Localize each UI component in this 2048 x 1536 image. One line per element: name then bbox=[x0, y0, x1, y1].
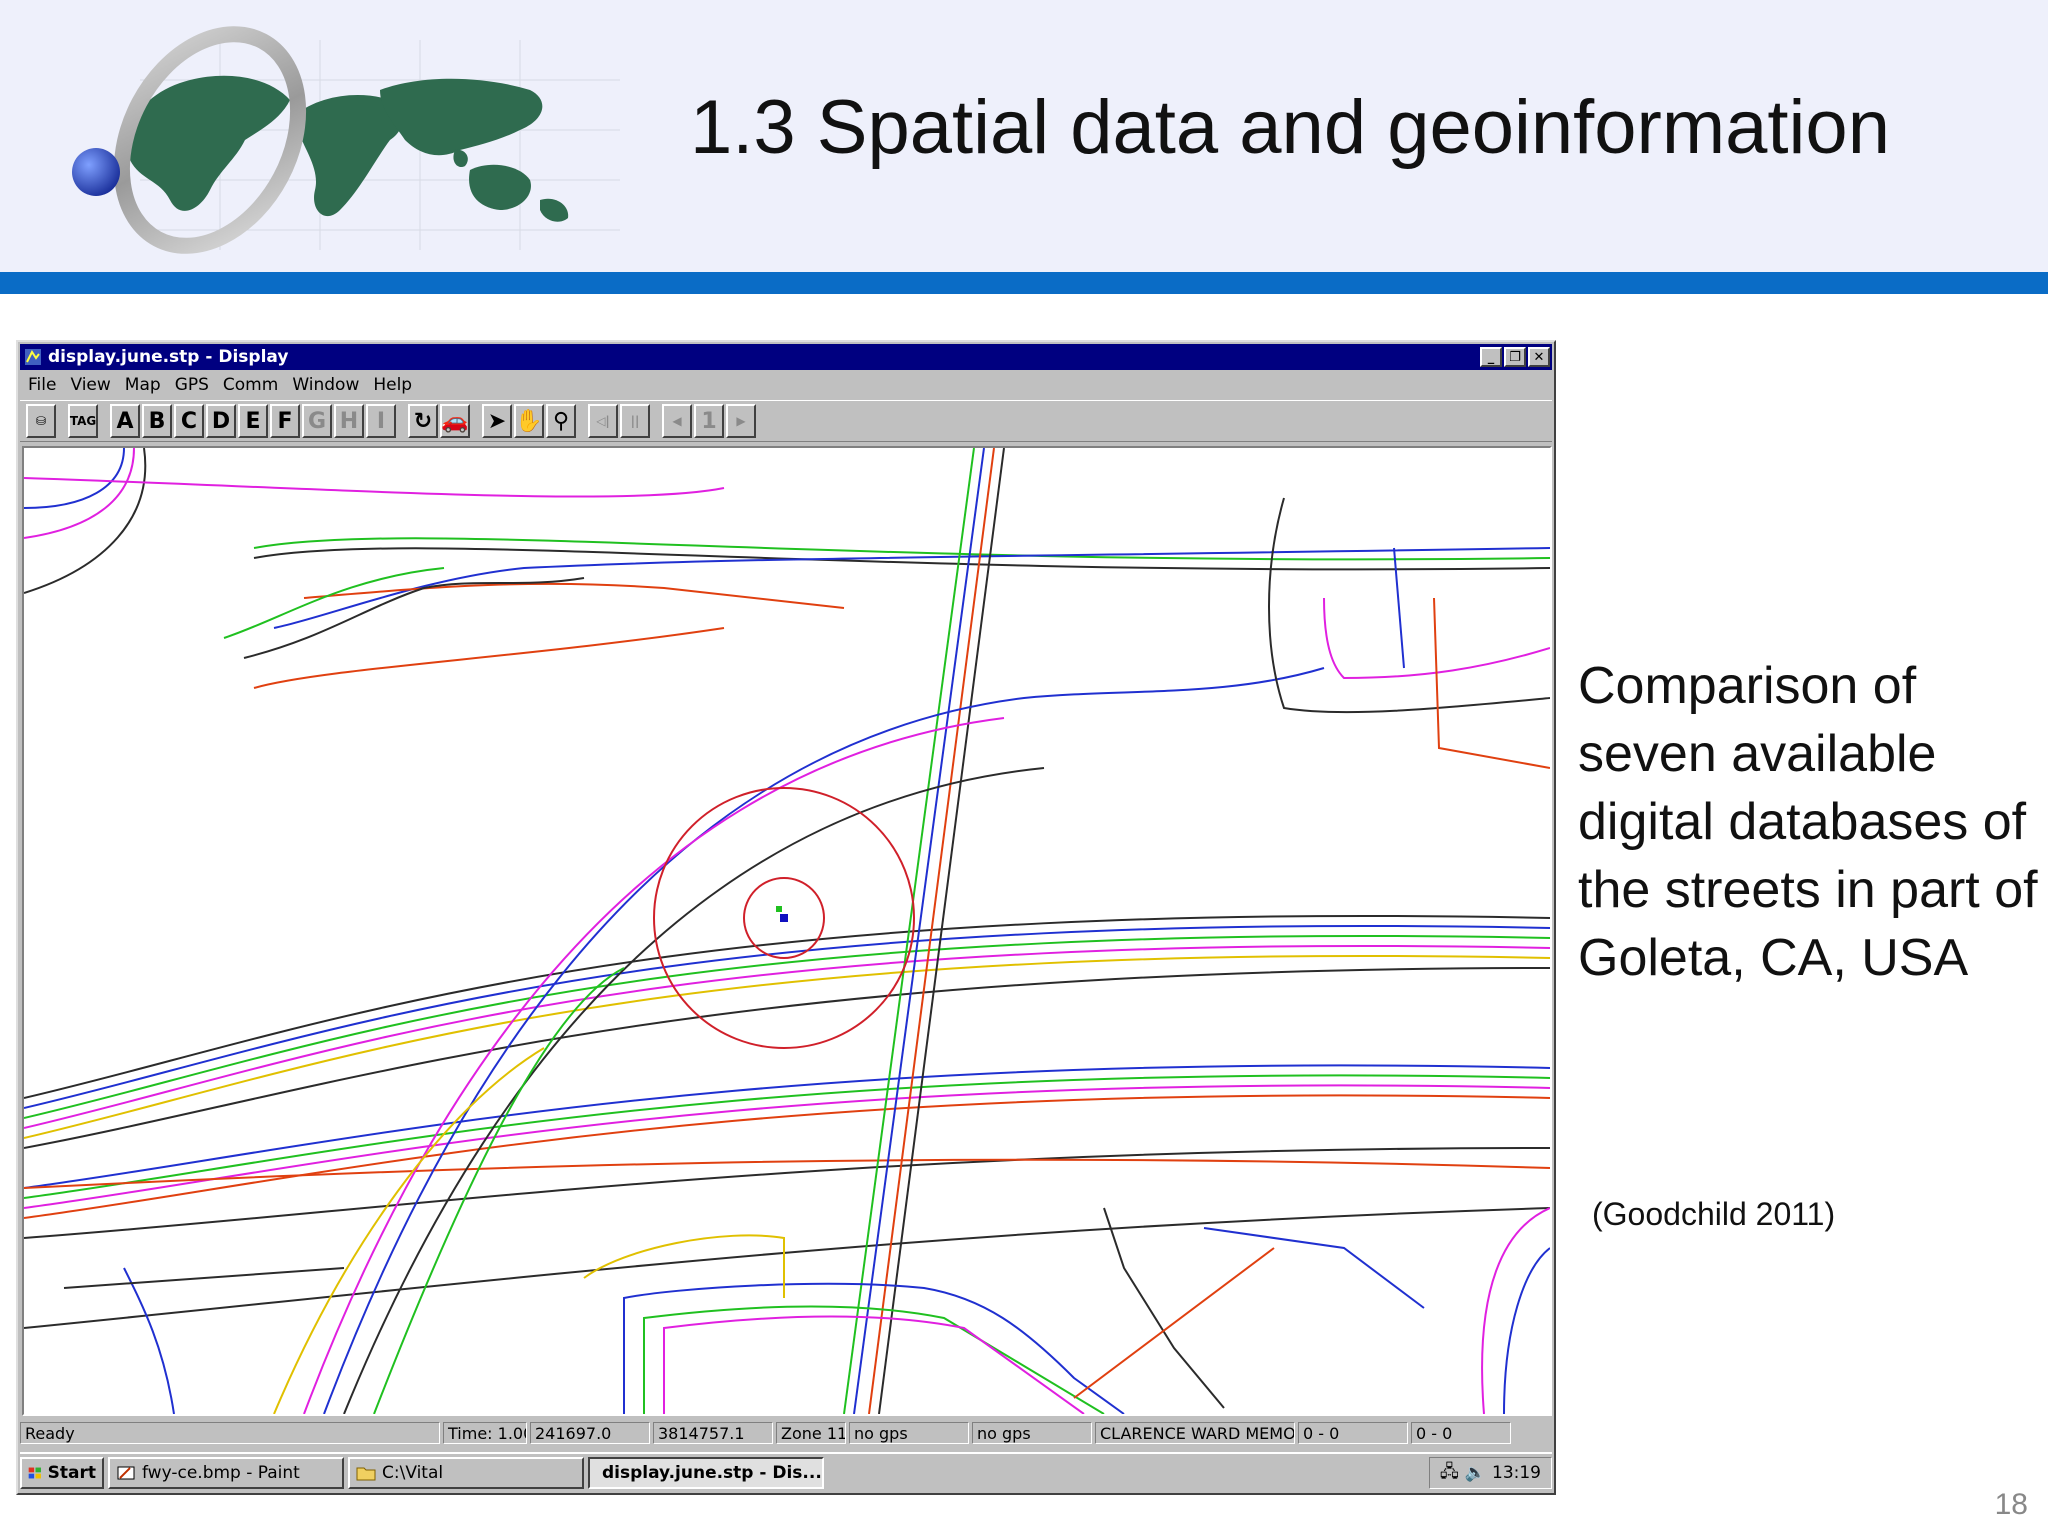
next-icon[interactable]: ▶ bbox=[726, 404, 756, 438]
layer-f-button[interactable]: F bbox=[270, 404, 300, 438]
task-paint[interactable]: fwy-ce.bmp - Paint bbox=[108, 1457, 344, 1489]
start-button[interactable]: Start bbox=[20, 1457, 104, 1489]
toolbar: ⛁ TAG A B C D E F G H I ↻ 🚗 ➤ ✋ ⚲ ◁| || … bbox=[20, 400, 1552, 442]
close-button[interactable]: ✕ bbox=[1528, 347, 1550, 367]
menu-map[interactable]: Map bbox=[125, 375, 161, 395]
restore-button[interactable]: ❐ bbox=[1504, 347, 1526, 367]
street-map-canvas[interactable] bbox=[22, 446, 1552, 1416]
status-easting: 241697.0 bbox=[530, 1422, 650, 1444]
slide-caption: Comparison of seven available digital da… bbox=[1578, 657, 2038, 987]
taskbar: Start fwy-ce.bmp - Paint C:\Vital displa… bbox=[20, 1452, 1552, 1492]
hand-icon[interactable]: ✋ bbox=[514, 404, 544, 438]
pause-icon[interactable]: || bbox=[620, 404, 650, 438]
menu-help[interactable]: Help bbox=[373, 375, 412, 395]
clock: 13:19 bbox=[1492, 1463, 1541, 1483]
menu-comm[interactable]: Comm bbox=[223, 375, 278, 395]
layer-a-button[interactable]: A bbox=[110, 404, 140, 438]
status-range-1: 0 - 0 bbox=[1298, 1422, 1408, 1444]
menu-file[interactable]: File bbox=[28, 375, 56, 395]
windows-logo-icon bbox=[28, 1467, 41, 1479]
app-icon bbox=[25, 349, 41, 365]
reload-icon[interactable]: ↻ bbox=[408, 404, 438, 438]
play-icon[interactable]: ◁| bbox=[588, 404, 618, 438]
menu-view[interactable]: View bbox=[70, 375, 110, 395]
slide-title: 1.3 Spatial data and geoinformation bbox=[690, 85, 1890, 170]
tag-icon[interactable]: TAG bbox=[68, 404, 98, 438]
status-time: Time: 1.00 bbox=[443, 1422, 527, 1444]
slide-header: 1.3 Spatial data and geoinformation bbox=[0, 0, 2048, 272]
start-label: Start bbox=[47, 1463, 96, 1483]
window-title: display.june.stp - Display bbox=[48, 347, 289, 367]
layer-e-button[interactable]: E bbox=[238, 404, 268, 438]
task-paint-label: fwy-ce.bmp - Paint bbox=[142, 1463, 300, 1483]
zoom-icon[interactable]: ⚲ bbox=[546, 404, 576, 438]
menubar: File View Map GPS Comm Window Help bbox=[20, 372, 1552, 398]
page-indicator: 1 bbox=[694, 404, 724, 438]
menu-gps[interactable]: GPS bbox=[175, 375, 209, 395]
page-number: 18 bbox=[1994, 1488, 2028, 1521]
menu-window[interactable]: Window bbox=[292, 375, 359, 395]
status-range-2: 0 - 0 bbox=[1411, 1422, 1511, 1444]
paint-icon bbox=[117, 1466, 135, 1480]
system-tray: 🖧 🔈 13:19 bbox=[1428, 1457, 1552, 1489]
slide-citation: (Goodchild 2011) bbox=[1592, 1196, 1836, 1232]
statusbar: Ready Time: 1.00 241697.0 3814757.1 Zone… bbox=[20, 1420, 1552, 1446]
display-app-window[interactable]: display.june.stp - Display _ ❐ ✕ File Vi… bbox=[16, 340, 1556, 1495]
pointer-icon[interactable]: ➤ bbox=[482, 404, 512, 438]
window-titlebar[interactable]: display.june.stp - Display _ ❐ ✕ bbox=[20, 344, 1552, 370]
task-display-label: display.june.stp - Dis... bbox=[602, 1463, 822, 1483]
car-icon[interactable]: 🚗 bbox=[440, 404, 470, 438]
network-icon[interactable]: 🖧 bbox=[1440, 1459, 1459, 1488]
status-zone: Zone 11 bbox=[776, 1422, 846, 1444]
minimize-button[interactable]: _ bbox=[1480, 347, 1502, 367]
folder-icon bbox=[356, 1467, 376, 1481]
layer-c-button[interactable]: C bbox=[174, 404, 204, 438]
volume-icon[interactable]: 🔈 bbox=[1465, 1463, 1486, 1483]
header-divider bbox=[0, 272, 2048, 294]
layer-g-button[interactable]: G bbox=[302, 404, 332, 438]
prev-icon[interactable]: ◀ bbox=[662, 404, 692, 438]
db-icon[interactable]: ⛁ bbox=[26, 404, 56, 438]
task-folder[interactable]: C:\Vital bbox=[348, 1457, 584, 1489]
street-network-overlay bbox=[24, 448, 1550, 1414]
layer-h-button[interactable]: H bbox=[334, 404, 364, 438]
task-display[interactable]: display.june.stp - Dis... bbox=[588, 1457, 824, 1489]
status-northing: 3814757.1 bbox=[653, 1422, 773, 1444]
status-gps-1: no gps bbox=[849, 1422, 969, 1444]
status-gps-2: no gps bbox=[972, 1422, 1092, 1444]
layer-d-button[interactable]: D bbox=[206, 404, 236, 438]
status-street: CLARENCE WARD MEMO bbox=[1095, 1422, 1295, 1444]
task-folder-label: C:\Vital bbox=[382, 1463, 444, 1483]
status-ready: Ready bbox=[20, 1422, 440, 1444]
slide: 1.3 Spatial data and geoinformation disp… bbox=[0, 0, 2048, 1536]
layer-i-button[interactable]: I bbox=[366, 404, 396, 438]
layer-b-button[interactable]: B bbox=[142, 404, 172, 438]
globe-logo bbox=[72, 26, 620, 254]
